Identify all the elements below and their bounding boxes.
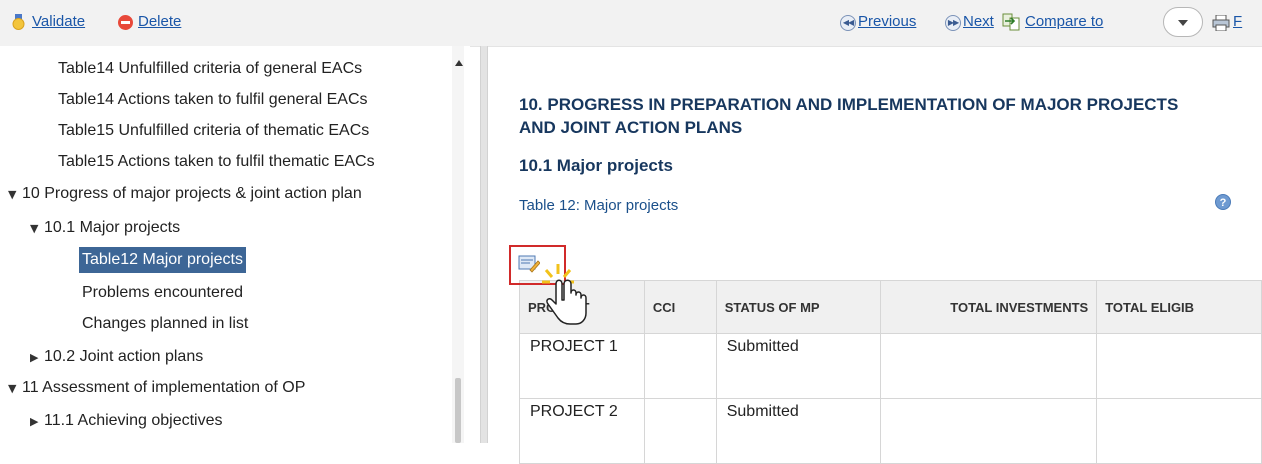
tree-item-section-11[interactable]: ▼ 11 Assessment of implementation of OP <box>8 375 305 401</box>
table-cell <box>880 333 1098 399</box>
collapse-triangle-icon[interactable]: ▼ <box>8 182 22 208</box>
collapse-triangle-icon[interactable]: ▼ <box>8 376 22 402</box>
tree-item-10-1[interactable]: ▼ 10.1 Major projects <box>30 215 180 241</box>
compare-version-dropdown[interactable] <box>1163 7 1203 37</box>
tree-item-11-1[interactable]: ▶ 11.1 Achieving objectives <box>30 408 222 434</box>
print-icon[interactable] <box>1212 14 1230 32</box>
edit-table-icon[interactable] <box>518 253 541 273</box>
table-cell <box>880 398 1098 464</box>
tree-item-problems[interactable]: Problems encountered <box>82 280 243 306</box>
tree-item[interactable]: Table14 Actions taken to fulfil general … <box>58 87 368 113</box>
next-link[interactable]: Next <box>963 13 994 30</box>
help-icon[interactable]: ? <box>1215 194 1231 210</box>
medal-icon[interactable] <box>11 14 26 30</box>
tree-item[interactable]: Table14 Unfulfilled criteria of general … <box>58 56 362 82</box>
table-cell: PROJECT 1 <box>519 333 645 399</box>
table-cell <box>1096 333 1262 399</box>
pane-splitter[interactable] <box>480 46 488 443</box>
tree-item-10-2[interactable]: ▶ 10.2 Joint action plans <box>30 344 203 370</box>
expand-triangle-icon[interactable]: ▶ <box>30 409 44 435</box>
column-header-cci[interactable]: CCI <box>643 280 717 334</box>
top-toolbar: Validate Delete ◀◀ Previous ▶▶ Next Comp… <box>0 0 1262 47</box>
tree-scrollbar-thumb[interactable] <box>455 378 461 443</box>
tree-item-section-10[interactable]: ▼ 10 Progress of major projects & joint a… <box>8 181 362 207</box>
column-header-status[interactable]: STATUS OF MP <box>715 280 882 334</box>
table-cell: Submitted <box>715 333 882 399</box>
collapse-triangle-icon[interactable]: ▼ <box>30 216 44 242</box>
table-row[interactable]: PROJECT 1 Submitted <box>519 333 1262 399</box>
tree-item-changes[interactable]: Changes planned in list <box>82 311 248 337</box>
compare-to-link[interactable]: Compare to <box>1025 13 1103 30</box>
tree-item[interactable]: Table15 Actions taken to fulfil thematic… <box>58 149 375 175</box>
navigation-tree: Table14 Unfulfilled criteria of general … <box>0 46 470 443</box>
table-cell <box>1096 398 1262 464</box>
table-cell: PROJECT 2 <box>519 398 645 464</box>
delete-icon[interactable] <box>118 15 133 30</box>
column-header-total-eligible[interactable]: TOTAL ELIGIB <box>1096 280 1262 334</box>
table-caption: Table 12: Major projects <box>519 197 679 214</box>
tree-item[interactable]: Table15 Unfulfilled criteria of thematic… <box>58 118 369 144</box>
expand-triangle-icon[interactable]: ▶ <box>30 345 44 371</box>
table-cell <box>643 398 717 464</box>
tree-item-table12[interactable]: Table12 Major projects <box>79 247 246 273</box>
column-header-total-investments[interactable]: TOTAL INVESTMENTS <box>880 280 1098 334</box>
scroll-up-arrow-icon[interactable] <box>455 60 463 66</box>
previous-link[interactable]: Previous <box>858 13 916 30</box>
section-title: 10. PROGRESS IN PREPARATION AND IMPLEMEN… <box>519 95 1179 137</box>
validate-link[interactable]: Validate <box>32 13 85 30</box>
previous-icon[interactable]: ◀◀ <box>840 15 856 31</box>
table-cell: Submitted <box>715 398 882 464</box>
print-link[interactable]: F <box>1233 13 1242 30</box>
table-cell <box>643 333 717 399</box>
column-header-project[interactable]: PROJECT <box>519 280 645 334</box>
next-icon[interactable]: ▶▶ <box>945 15 961 31</box>
table-row[interactable]: PROJECT 2 Submitted <box>519 398 1262 464</box>
major-projects-table: PROJECT CCI STATUS OF MP TOTAL INVESTMEN… <box>519 280 1262 464</box>
compare-icon[interactable] <box>1002 13 1020 31</box>
delete-link[interactable]: Delete <box>138 13 181 30</box>
subsection-title: 10.1 Major projects <box>519 156 674 175</box>
